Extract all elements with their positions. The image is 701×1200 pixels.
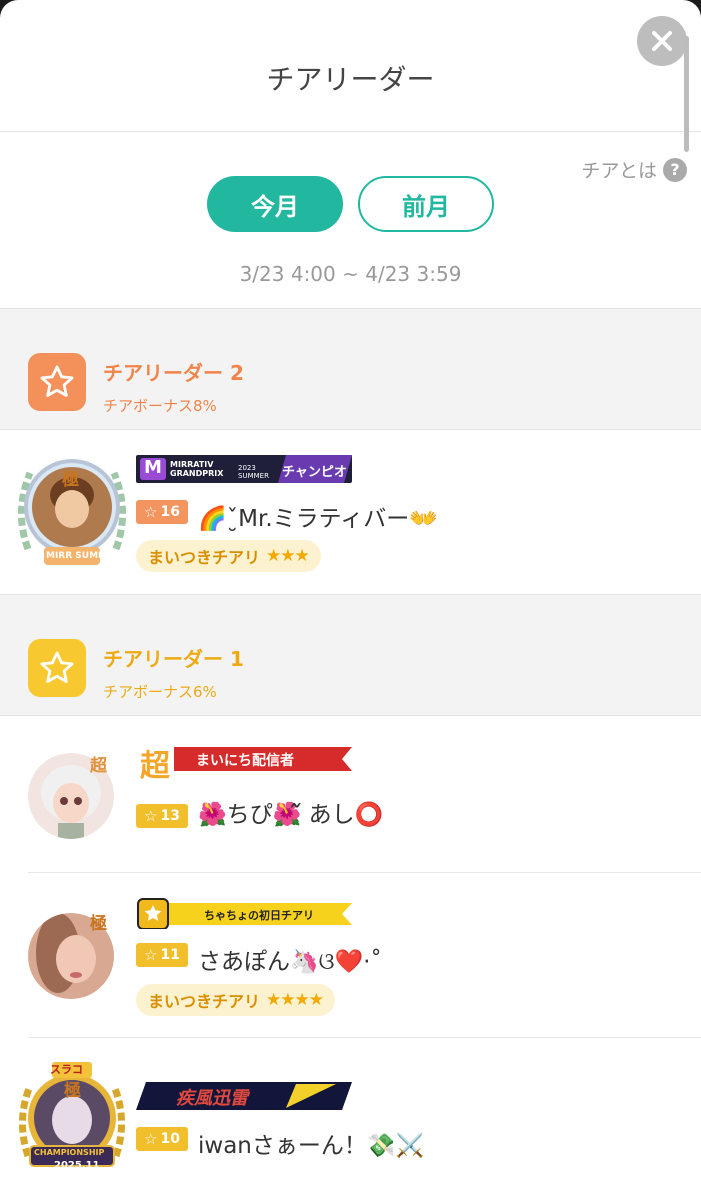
frame-bottom: CHAMPIONSHIP [34, 1148, 105, 1157]
cheerleader-sheet: チアリーダー チアとは ? 今月 前月 3/23 4:00 ~ 4/23 3:5… [0, 0, 701, 1200]
pill-stars: ★★★ [266, 546, 310, 566]
user-name: 🌺ちぴ🌺᷉᷉᷉ あし⭕ [198, 802, 384, 828]
badge-kanji: 極 [62, 470, 79, 490]
banner-label: まいにち配信者 [196, 753, 294, 769]
frame-date: 2025.11 [54, 1160, 100, 1171]
user-name: さあぽん🦄ଓ❤️·˚ [198, 949, 382, 975]
badge-kanji: 極 [90, 914, 107, 934]
level-badge: ☆ 11 [136, 943, 188, 967]
tier-bonus: チアボーナス8% [103, 397, 217, 415]
avatar-frame: 極 MIRR SUMMER [14, 451, 130, 571]
tier-title: チアリーダー 2 [103, 361, 244, 385]
list-item[interactable]: 極 MIRR SUMMER M MIRRATIV GRANDPRIX 2023 … [0, 431, 701, 594]
level-value: 11 [160, 947, 180, 963]
list-item[interactable]: 極 ちゃちょの初日チアリ ☆ 11 さあぽん🦄ଓ❤️·˚ まいつきチアリ ★★★… [0, 873, 701, 1038]
question-icon: ? [663, 157, 687, 182]
user-name: 🌈ˇ̮Mr.ミラティバー👐 [198, 506, 438, 532]
about-cheer-link[interactable]: チアとは ? [581, 156, 687, 183]
thunder-banner: 疾風迅雷 [136, 1080, 352, 1112]
page-title: チアリーダー [266, 63, 435, 96]
pill-label: まいつきチアリ [148, 992, 261, 1011]
grandprix-banner: M MIRRATIV GRANDPRIX 2023 SUMMER チャンピオン [136, 453, 352, 499]
tab-last-month[interactable]: 前月 [358, 176, 494, 232]
badge-kanji: 超 [90, 756, 107, 776]
pill-label: まいつきチアリ [148, 548, 261, 567]
banner-label: チャンピオン [282, 465, 347, 499]
banner-year: 2023 SUMMER [238, 464, 269, 480]
monthly-cheer-badge: まいつきチアリ ★★★★ [136, 984, 335, 1016]
tier-bonus: チアボーナス6% [103, 683, 217, 701]
close-button[interactable] [637, 16, 687, 66]
frame-top: スラコ [50, 1063, 83, 1076]
tab-this-month[interactable]: 今月 [207, 176, 343, 232]
list-item[interactable]: スラコ 極 CHAMPIONSHIP 2025.11 疾風迅雷 ☆ 10 iwa… [0, 1038, 701, 1200]
avatar-frame: スラコ 極 CHAMPIONSHIP 2025.11 [16, 1060, 128, 1178]
star-icon [28, 639, 86, 697]
tier-header-1: チアリーダー 1 チアボーナス6% [0, 594, 701, 716]
daily-streamer-banner: 超 まいにち配信者 [136, 743, 352, 784]
level-value: 16 [160, 504, 180, 520]
frame-text: MIRR SUMMER [46, 551, 121, 561]
m-logo-icon: M [144, 457, 162, 478]
level-badge: ☆ 16 [136, 500, 188, 524]
level-value: 13 [160, 808, 180, 824]
banner-label: ちゃちょの初日チアリ [204, 909, 314, 922]
banner-label: 疾風迅雷 [176, 1088, 248, 1109]
level-value: 10 [160, 1131, 180, 1147]
tier-title: チアリーダー 1 [103, 647, 244, 671]
list-item[interactable]: 超 超 まいにち配信者 ☆ 13 🌺ちぴ🌺᷉᷉᷉ あし⭕ [0, 717, 701, 873]
close-icon [652, 31, 672, 51]
period-range: 3/23 4:00 ~ 4/23 3:59 [239, 262, 462, 286]
star-icon: ☆ [144, 946, 158, 964]
star-icon [28, 353, 86, 411]
level-badge: ☆ 13 [136, 804, 188, 828]
star-icon: ☆ [144, 1130, 158, 1148]
star-icon: ☆ [144, 503, 158, 521]
badge-kanji: 極 [64, 1081, 81, 1101]
tier-header-2: チアリーダー 2 チアボーナス8% [0, 308, 701, 430]
monthly-cheer-badge: まいつきチアリ ★★★ [136, 540, 321, 572]
first-day-cheer-banner: ちゃちょの初日チアリ [136, 897, 352, 929]
banner-kanji: 超 [140, 749, 170, 784]
user-name: iwanさぁーん！💸⚔️ [198, 1133, 425, 1159]
scrollbar[interactable] [684, 36, 689, 152]
star-icon: ☆ [144, 807, 158, 825]
level-badge: ☆ 10 [136, 1127, 188, 1151]
pill-stars: ★★★★ [266, 990, 324, 1010]
banner-left: MIRRATIV GRANDPRIX [170, 460, 224, 478]
sheet-header: チアリーダー [0, 0, 701, 132]
about-cheer-label: チアとは [581, 160, 657, 182]
